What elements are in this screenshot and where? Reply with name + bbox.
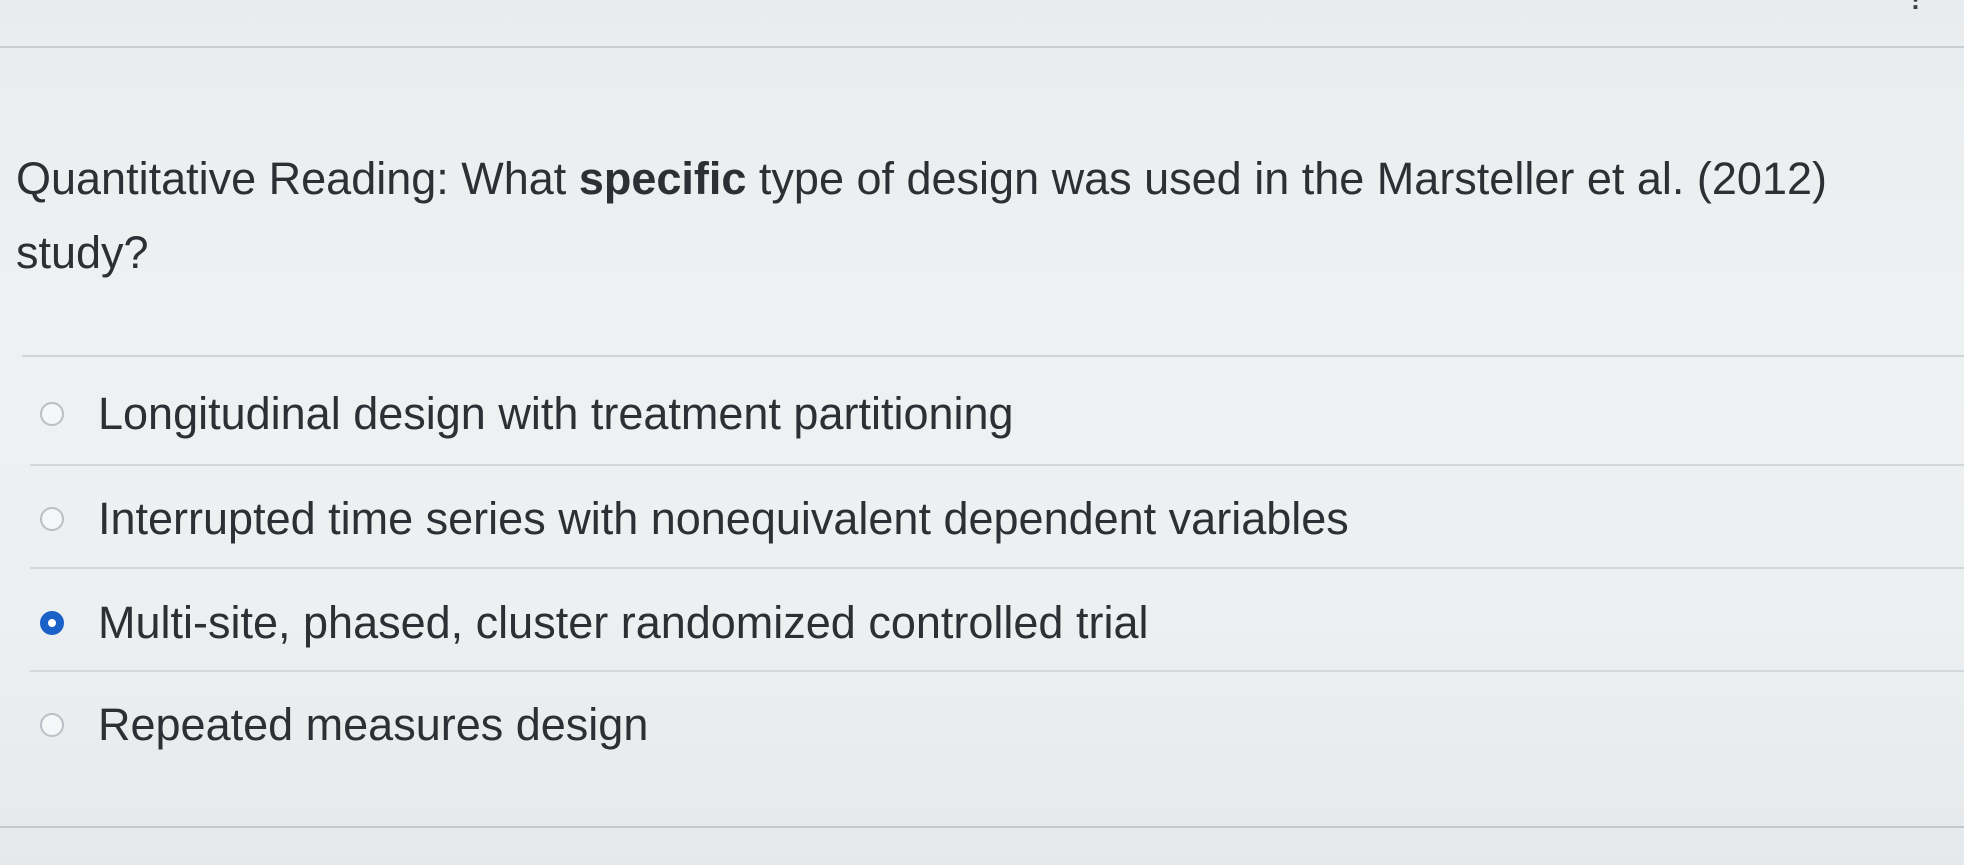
answer-option-label: Repeated measures design: [98, 699, 649, 750]
option-divider: [30, 567, 1964, 569]
radio-button-icon[interactable]: [40, 713, 64, 737]
quiz-page: ? Quantitative Reading: What specific ty…: [0, 0, 1964, 865]
question-prefix: Quantitative Reading: What: [16, 153, 579, 204]
bottom-divider: [0, 826, 1964, 828]
answer-option-label: Interrupted time series with nonequivale…: [98, 493, 1349, 544]
question-divider: [22, 355, 1964, 357]
radio-button-icon[interactable]: [40, 507, 64, 531]
top-cropped-glyph: ?: [1905, 0, 1927, 19]
answer-option-label: Longitudinal design with treatment parti…: [98, 388, 1014, 439]
option-divider: [30, 464, 1964, 466]
answer-option-3[interactable]: Multi-site, phased, cluster randomized c…: [40, 588, 1940, 658]
top-divider: [0, 46, 1964, 48]
question-emphasis: specific: [578, 153, 747, 204]
answer-option-2[interactable]: Interrupted time series with nonequivale…: [40, 484, 1940, 554]
question-text: Quantitative Reading: What specific type…: [16, 142, 1916, 290]
answer-option-4[interactable]: Repeated measures design: [40, 690, 1940, 760]
radio-button-icon[interactable]: [40, 402, 64, 426]
radio-button-selected-icon[interactable]: [40, 611, 64, 635]
answer-option-1[interactable]: Longitudinal design with treatment parti…: [40, 379, 1940, 449]
option-divider: [30, 670, 1964, 672]
answer-option-label: Multi-site, phased, cluster randomized c…: [98, 597, 1149, 648]
